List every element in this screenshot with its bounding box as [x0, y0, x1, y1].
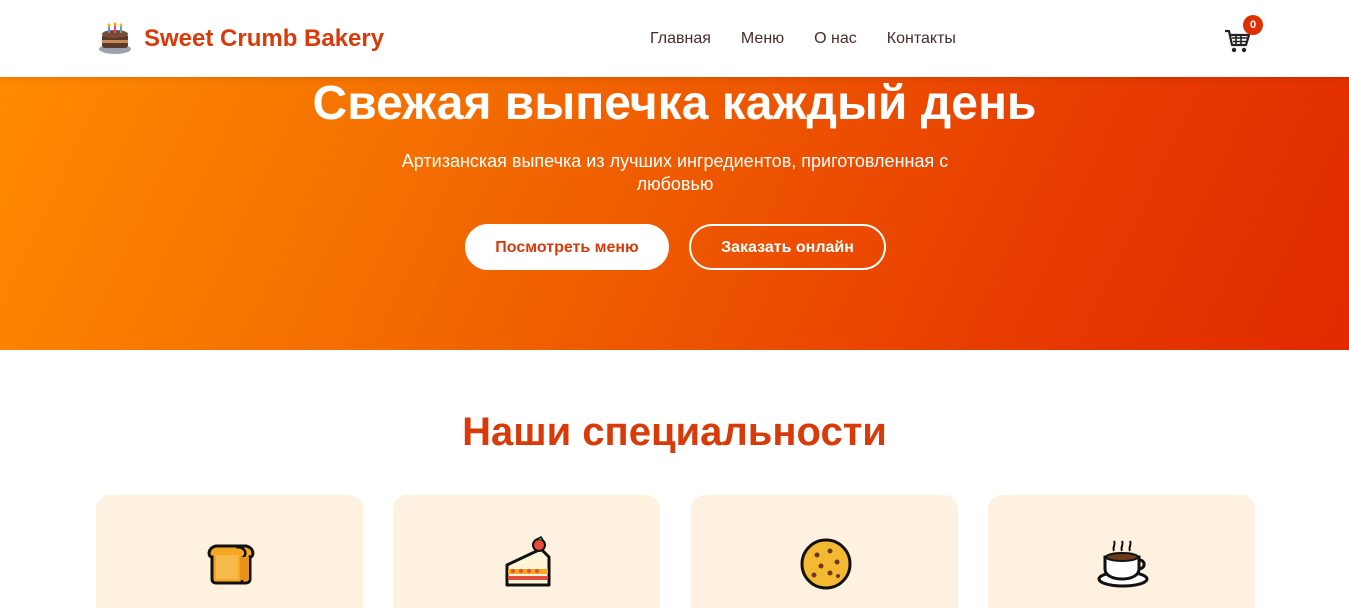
order-online-button[interactable]: Заказать онлайн — [689, 224, 886, 270]
cookie-icon — [797, 535, 855, 593]
specialty-card-coffee[interactable] — [988, 495, 1255, 608]
specialties-title: Наши специальности — [462, 410, 887, 454]
nav-link-about[interactable]: О нас — [814, 29, 857, 49]
logo[interactable]: Sweet Crumb Bakery — [98, 22, 384, 56]
bread-icon — [202, 535, 260, 593]
main-nav: Главная Меню О нас Контакты — [650, 29, 986, 49]
specialty-card-bread[interactable] — [96, 495, 363, 608]
specialty-card-cookie[interactable] — [691, 495, 958, 608]
cart-count-badge: 0 — [1243, 15, 1263, 35]
site-header: Sweet Crumb Bakery Главная Меню О нас Ко… — [0, 0, 1349, 77]
nav-link-menu[interactable]: Меню — [741, 29, 784, 49]
hero-subtitle: Артизанская выпечка из лучших ингредиент… — [401, 151, 949, 194]
nav-link-contacts[interactable]: Контакты — [887, 29, 956, 49]
specialty-card-cake[interactable] — [393, 495, 660, 608]
coffee-icon — [1094, 535, 1152, 593]
cake-icon — [98, 22, 132, 56]
brand-name: Sweet Crumb Bakery — [144, 25, 385, 52]
view-menu-button[interactable]: Посмотреть меню — [465, 224, 669, 270]
cart-button[interactable]: 0 — [1224, 15, 1263, 54]
hero-banner: Свежая выпечка каждый день Артизанская в… — [0, 77, 1349, 350]
cake-slice-icon — [499, 535, 557, 593]
nav-link-home[interactable]: Главная — [650, 29, 711, 49]
hero-title: Свежая выпечка каждый день — [312, 77, 1037, 130]
